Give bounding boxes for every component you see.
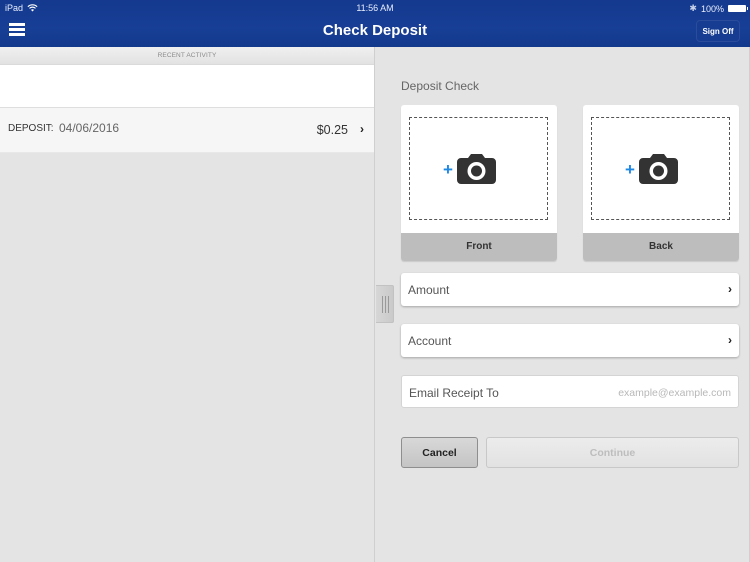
capture-area: + — [409, 117, 548, 220]
bluetooth-icon: ✱ — [689, 3, 697, 13]
deposit-check-panel: Deposit Check + Front + Back Amount › Ac… — [376, 47, 750, 562]
status-bar: iPad 11:56 AM ✱ 100% — [0, 0, 750, 15]
plus-icon: + — [443, 159, 453, 179]
status-right: ✱ 100% — [689, 3, 748, 14]
amount-field[interactable]: Amount › — [401, 273, 739, 306]
activity-amount: $0.25 — [316, 123, 348, 137]
back-label: Back — [583, 233, 739, 261]
blank-row — [0, 65, 374, 108]
plus-icon: + — [625, 159, 635, 179]
front-capture-button[interactable]: + Front — [401, 105, 557, 261]
split-view-drag-handle[interactable] — [376, 285, 394, 323]
amount-label: Amount — [408, 283, 450, 297]
deposit-check-title: Deposit Check — [401, 79, 480, 93]
chevron-right-icon: › — [728, 282, 732, 296]
battery-icon — [728, 5, 748, 12]
status-time: 11:56 AM — [356, 3, 394, 13]
camera-icon — [456, 154, 496, 184]
capture-area: + — [591, 117, 730, 220]
activity-type: DEPOSIT: — [8, 123, 54, 134]
page-title: Check Deposit — [322, 22, 428, 39]
account-label: Account — [408, 334, 452, 348]
nav-header: iPad 11:56 AM ✱ 100% Check Deposit Sign … — [0, 0, 750, 47]
continue-button[interactable]: Continue — [486, 437, 739, 468]
chevron-right-icon: › — [360, 122, 364, 136]
front-label: Front — [401, 233, 557, 261]
camera-icon — [638, 154, 678, 184]
activity-date: 04/06/2016 — [59, 121, 120, 135]
account-field[interactable]: Account › — [401, 324, 739, 357]
email-placeholder: example@example.com — [618, 387, 731, 399]
email-receipt-input[interactable]: Email Receipt To example@example.com — [401, 375, 739, 408]
recent-activity-header: RECENT ACTIVITY — [0, 47, 374, 65]
cancel-button[interactable]: Cancel — [401, 437, 478, 468]
chevron-right-icon: › — [728, 333, 732, 347]
back-capture-button[interactable]: + Back — [583, 105, 739, 261]
email-label: Email Receipt To — [409, 386, 499, 400]
activity-row[interactable]: DEPOSIT: 04/06/2016 $0.25 › — [0, 108, 374, 153]
battery-percent: 100% — [700, 3, 724, 14]
sign-off-button[interactable]: Sign Off — [696, 20, 740, 42]
recent-activity-panel: RECENT ACTIVITY DEPOSIT: 04/06/2016 $0.2… — [0, 47, 375, 562]
